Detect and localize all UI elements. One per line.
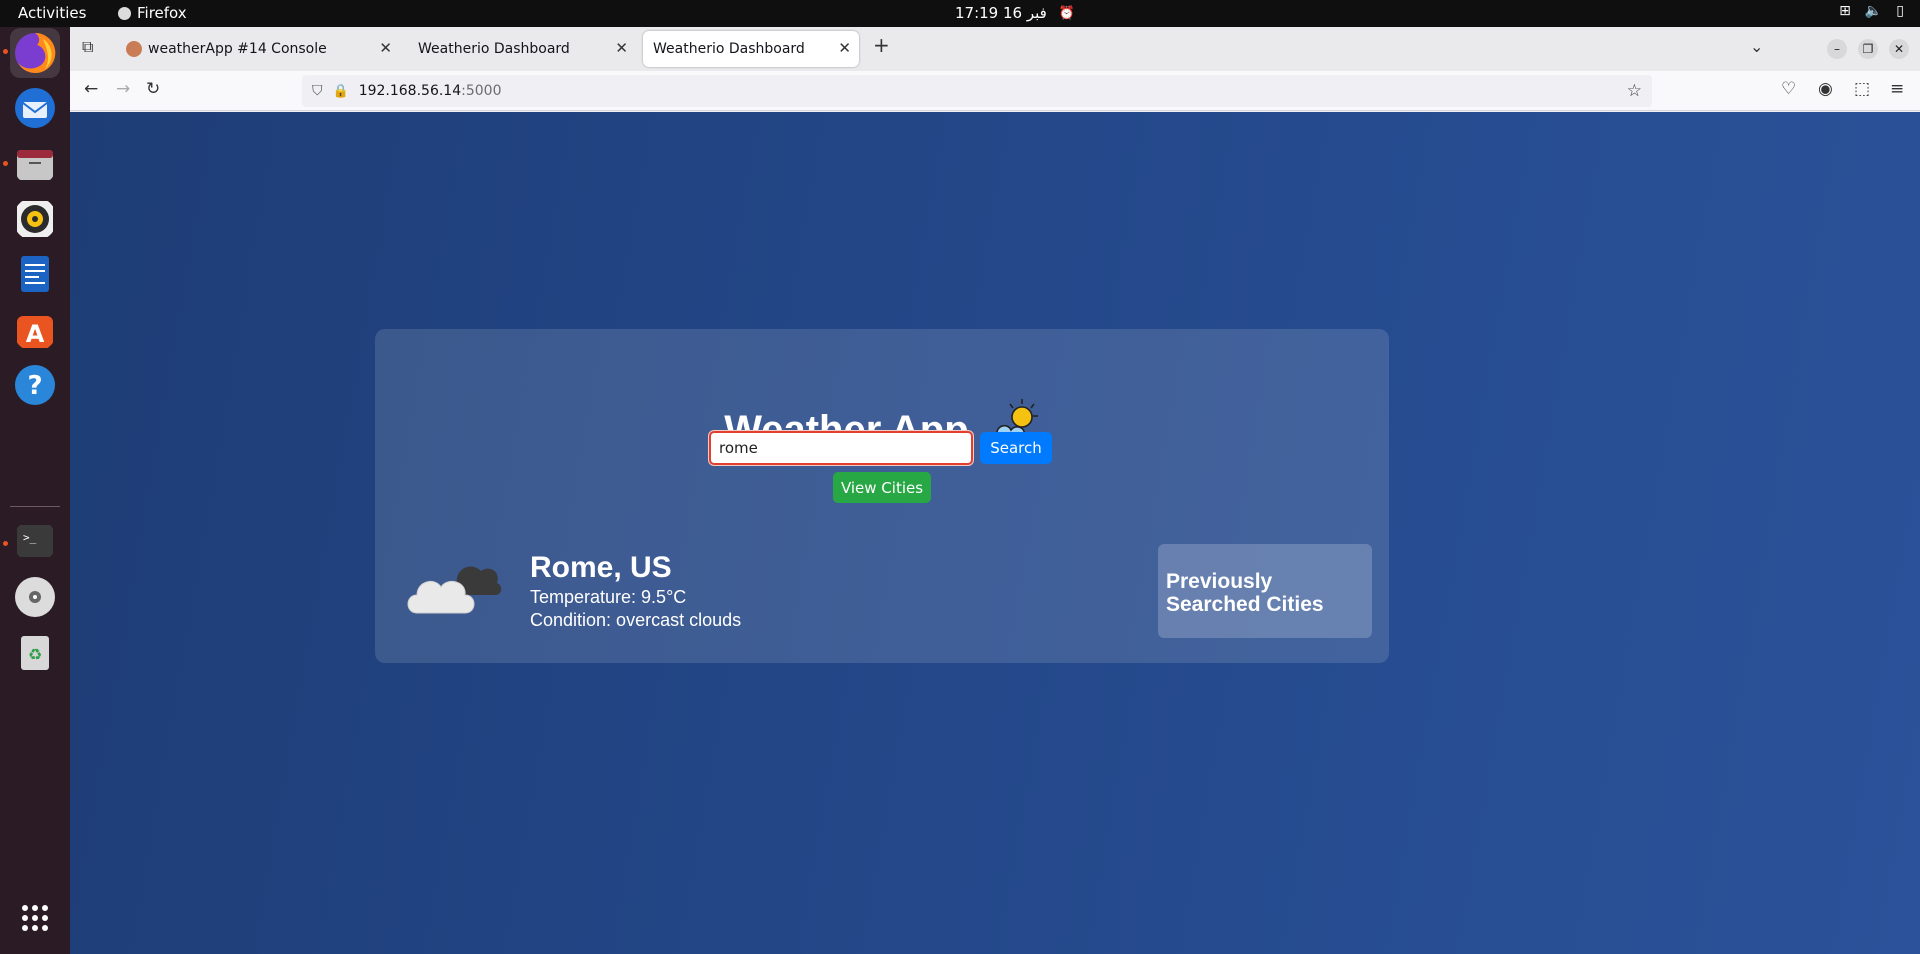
account-icon[interactable]: ◉: [1818, 79, 1833, 99]
tab-bar: ⧉ weatherApp #14 Console ✕ Weatherio Das…: [70, 27, 1920, 71]
menu-icon[interactable]: ≡: [1890, 79, 1904, 99]
insecure-lock-icon[interactable]: 🔒: [333, 84, 349, 99]
svg-text:?: ?: [27, 371, 42, 401]
dock-app-center[interactable]: A: [10, 305, 60, 355]
running-indicator: [3, 161, 8, 166]
url-host: 192.168.56.14: [358, 83, 462, 99]
clock-text: 17:19 16 فبر: [955, 4, 1047, 22]
dock-help[interactable]: ?: [10, 360, 60, 410]
dock: A ? >_ ♻: [0, 27, 70, 954]
view-cities-button[interactable]: View Cities: [833, 472, 931, 503]
system-top-bar: Activities Firefox 17:19 16 فبر ⏰ ⊞ 🔈 ▯: [0, 0, 1920, 27]
dock-firefox[interactable]: [10, 28, 60, 78]
network-icon: ⊞: [1839, 3, 1851, 19]
svg-text:♻: ♻: [28, 645, 42, 664]
dock-thunderbird[interactable]: [10, 83, 60, 133]
speaker-icon: [17, 201, 53, 237]
battery-icon: ▯: [1896, 3, 1904, 19]
browser-window: ⧉ weatherApp #14 Console ✕ Weatherio Das…: [70, 27, 1920, 954]
svg-text:>_: >_: [23, 531, 37, 544]
dock-terminal[interactable]: >_: [10, 516, 60, 566]
tab-label: Weatherio Dashboard: [418, 41, 570, 57]
svg-text:A: A: [26, 320, 45, 348]
weather-app-page: Weather App Search View Cities: [70, 112, 1920, 954]
city-search-input[interactable]: [709, 431, 973, 465]
dock-writer[interactable]: [10, 249, 60, 299]
url-text[interactable]: 192.168.56.14:5000: [359, 83, 502, 99]
close-window-icon[interactable]: ✕: [1889, 39, 1909, 59]
extensions-icon[interactable]: ⬚: [1854, 79, 1870, 99]
city-name: Rome, US: [530, 551, 672, 584]
shield-icon[interactable]: ⛉: [312, 83, 323, 99]
firefox-view-icon[interactable]: ⧉: [82, 37, 93, 57]
close-tab-icon[interactable]: ✕: [615, 39, 628, 57]
dock-optical-drive[interactable]: [10, 572, 60, 622]
maximize-icon[interactable]: ❐: [1858, 39, 1878, 59]
app-center-icon: A: [17, 316, 53, 348]
tab-console[interactable]: weatherApp #14 Console ✕: [116, 31, 400, 67]
dock-trash[interactable]: ♻: [10, 627, 60, 677]
pocket-icon[interactable]: ♡: [1781, 79, 1796, 99]
tab-label: weatherApp #14 Console: [148, 41, 327, 57]
running-indicator: [3, 541, 8, 546]
app-menu[interactable]: Firefox: [118, 4, 187, 22]
back-icon[interactable]: ←: [84, 79, 98, 99]
tab-weatherio-2[interactable]: Weatherio Dashboard ✕: [643, 31, 859, 67]
forward-icon[interactable]: →: [116, 79, 130, 99]
trash-icon: ♻: [21, 636, 49, 670]
dock-files[interactable]: [10, 139, 60, 189]
close-tab-icon[interactable]: ✕: [838, 39, 851, 57]
previously-searched-title: Previously Searched Cities: [1166, 570, 1324, 616]
minimize-icon[interactable]: –: [1827, 39, 1847, 59]
overcast-clouds-icon: [407, 566, 502, 614]
tab-weatherio-1[interactable]: Weatherio Dashboard ✕: [408, 31, 636, 67]
running-indicator: [3, 49, 8, 54]
previously-searched-panel: Previously Searched Cities: [1158, 544, 1372, 638]
close-tab-icon[interactable]: ✕: [379, 39, 392, 57]
app-name: Firefox: [137, 4, 187, 22]
system-tray[interactable]: ⊞ 🔈 ▯: [1839, 3, 1904, 19]
list-tabs-icon[interactable]: ⌄: [1750, 37, 1763, 56]
bookmark-star-icon[interactable]: ☆: [1627, 81, 1642, 101]
condition-text: Condition: overcast clouds: [530, 610, 742, 630]
thunderbird-icon: [15, 88, 55, 128]
dock-show-apps[interactable]: [10, 893, 60, 943]
firefox-mini-icon: [118, 6, 131, 20]
reload-icon[interactable]: ↻: [146, 79, 160, 99]
clock[interactable]: 17:19 16 فبر ⏰: [955, 4, 1075, 22]
dock-rhythmbox[interactable]: [10, 194, 60, 244]
url-port: :5000: [461, 83, 502, 99]
navigation-bar: ← → ↻ ⛉ 🔒 192.168.56.14:5000 ☆ ♡ ◉ ⬚ ≡: [70, 71, 1920, 111]
avatar-favicon-icon: [126, 41, 142, 57]
temperature-text: Temperature: 9.5°C: [530, 587, 687, 607]
terminal-icon: >_: [17, 525, 53, 557]
activities-button[interactable]: Activities: [18, 4, 86, 22]
url-bar[interactable]: ⛉ 🔒 192.168.56.14:5000 ☆: [302, 75, 1652, 107]
help-icon: ?: [15, 365, 55, 405]
files-icon: [17, 150, 53, 180]
weather-card: Weather App Search View Cities: [375, 329, 1389, 663]
document-icon: [21, 256, 49, 292]
alarm-icon: ⏰: [1058, 5, 1076, 21]
search-button[interactable]: Search: [980, 432, 1052, 464]
firefox-icon: [15, 32, 56, 73]
dock-separator: [10, 506, 60, 507]
tab-label: Weatherio Dashboard: [653, 41, 805, 57]
grid-icon: [22, 905, 48, 931]
volume-icon: 🔈: [1864, 3, 1883, 19]
new-tab-icon[interactable]: +: [873, 33, 890, 57]
disc-icon: [15, 577, 55, 617]
